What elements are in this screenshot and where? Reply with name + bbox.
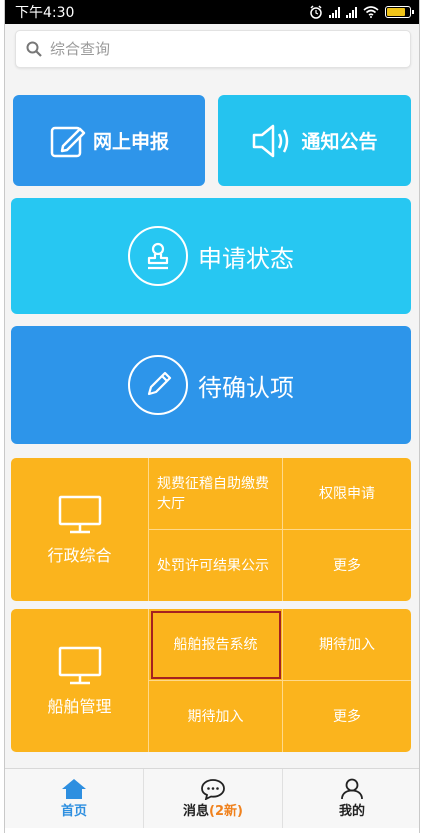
coming-soon-item-1[interactable]: 期待加入 — [283, 609, 411, 681]
messages-new-badge: (2新) — [209, 804, 243, 819]
online-report-tile[interactable]: 网上申报 — [13, 95, 205, 186]
user-icon — [341, 778, 363, 800]
nav-messages-label: 消息 — [183, 804, 210, 819]
status-icons — [309, 5, 414, 19]
monitor-icon — [58, 495, 101, 533]
online-report-label: 网上申报 — [92, 131, 169, 153]
ship-panel-header[interactable]: 船舶管理 — [11, 609, 149, 752]
ship-panel-title: 船舶管理 — [47, 696, 112, 716]
ship-more-label: 更多 — [333, 708, 361, 725]
ship-panel: 船舶管理 船舶报告系统 期待加入 期待加入 更多 — [11, 609, 411, 752]
nav-mine[interactable]: 我的 — [283, 769, 419, 828]
search-input[interactable] — [50, 40, 370, 58]
status-time: 下午4:30 — [15, 5, 75, 21]
admin-panel-header[interactable]: 行政综合 — [11, 458, 149, 601]
apply-status-label: 申请状态 — [198, 244, 294, 273]
edit-square-icon — [50, 126, 86, 157]
status-bar: 下午4:30 — [5, 0, 419, 24]
bottom-nav: 首页 消息(2新) 我的 — [5, 768, 419, 828]
bottom-edge — [5, 828, 419, 833]
fee-payment-hall-label: 规费征稽自助缴费大厅 — [157, 475, 269, 512]
coming-soon-item-2[interactable]: 期待加入 — [149, 681, 283, 752]
search-icon — [26, 41, 42, 57]
coming-soon-label-1: 期待加入 — [319, 636, 375, 653]
penalty-result-item[interactable]: 处罚许可结果公示 — [149, 530, 283, 601]
permission-apply-item[interactable]: 权限申请 — [283, 458, 411, 530]
battery-icon — [385, 6, 414, 18]
notice-tile[interactable]: 通知公告 — [218, 95, 411, 186]
nav-home-label: 首页 — [60, 804, 87, 819]
home-icon — [62, 779, 86, 799]
signal-icon-2 — [346, 6, 357, 18]
stamp-icon — [128, 226, 188, 286]
permission-apply-label: 权限申请 — [319, 485, 375, 502]
wifi-icon — [363, 6, 379, 18]
penalty-result-label: 处罚许可结果公示 — [157, 557, 269, 574]
notice-label: 通知公告 — [301, 131, 378, 153]
admin-panel-title: 行政综合 — [47, 545, 112, 565]
pending-confirm-tile[interactable]: 待确认项 — [11, 326, 411, 444]
ship-more-item[interactable]: 更多 — [283, 681, 411, 752]
pencil-icon — [128, 355, 188, 415]
admin-more-item[interactable]: 更多 — [283, 530, 411, 601]
ship-report-system-label: 船舶报告系统 — [173, 636, 258, 653]
admin-panel: 行政综合 规费征稽自助缴费大厅 权限申请 处罚许可结果公示 更多 — [11, 458, 411, 601]
admin-more-label: 更多 — [333, 557, 361, 574]
fee-payment-hall-item[interactable]: 规费征稽自助缴费大厅 — [149, 458, 283, 530]
alarm-icon — [310, 5, 322, 19]
nav-mine-label: 我的 — [338, 804, 365, 819]
speaker-icon — [253, 124, 289, 157]
signal-icon — [329, 6, 340, 18]
nav-home[interactable]: 首页 — [5, 769, 144, 828]
monitor-icon — [58, 646, 101, 684]
search-area — [5, 24, 419, 84]
pending-confirm-label: 待确认项 — [198, 373, 294, 402]
nav-messages[interactable]: 消息(2新) — [144, 769, 283, 828]
ship-report-system-item[interactable]: 船舶报告系统 — [149, 609, 283, 681]
apply-status-tile[interactable]: 申请状态 — [11, 198, 411, 314]
chat-bubble-icon — [201, 779, 225, 800]
nav-messages-text: 消息(2新) — [183, 800, 243, 819]
coming-soon-label-2: 期待加入 — [187, 708, 244, 725]
search-box[interactable] — [15, 30, 411, 68]
app-frame: 下午4:30 综合查询 网上申报 通知公告 申请状态 待确认项 行政综合 规费征… — [4, 0, 420, 833]
